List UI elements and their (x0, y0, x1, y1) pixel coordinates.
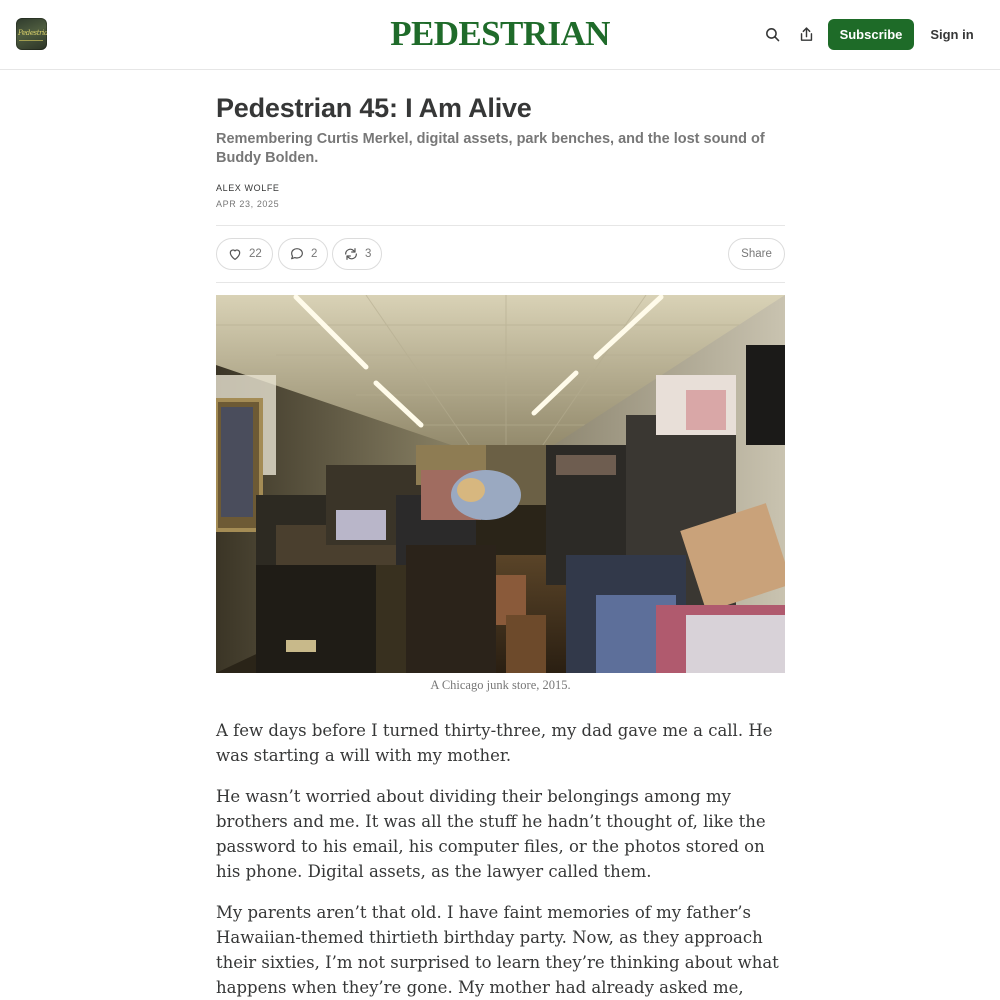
share-button[interactable] (794, 22, 818, 46)
top-navigation-bar: Pedestrian PEDESTRIAN Subscribe Sign in (0, 0, 1000, 70)
post-subtitle: Remembering Curtis Merkel, digital asset… (216, 131, 765, 166)
author-name[interactable]: ALEX WOLFE (216, 183, 280, 193)
divider (216, 282, 785, 283)
body-paragraph: My parents aren’t that old. I have faint… (216, 903, 779, 997)
post-title: Pedestrian 45: I Am Alive (216, 93, 532, 123)
subscribe-button[interactable]: Subscribe (828, 19, 914, 50)
like-button[interactable]: 22 (216, 238, 273, 270)
divider (216, 225, 785, 226)
share-post-button[interactable]: Share (728, 238, 785, 270)
sign-in-button[interactable]: Sign in (926, 19, 978, 50)
share-icon (800, 26, 812, 41)
article-image[interactable] (216, 295, 785, 673)
comments-button[interactable]: 2 (278, 238, 329, 270)
search-icon (765, 27, 779, 41)
article-body: A few days before I turned thirty-three,… (216, 718, 785, 1000)
heart-icon (229, 249, 241, 260)
comment-count: 2 (311, 248, 318, 260)
body-paragraph: He wasn’t worried about dividing their b… (216, 787, 766, 881)
restack-button[interactable]: 3 (332, 238, 383, 270)
restack-icon (345, 248, 357, 260)
comment-icon (291, 248, 303, 260)
search-button[interactable] (760, 22, 784, 46)
like-count: 22 (249, 248, 262, 260)
post-date: APR 23, 2025 (216, 199, 280, 209)
restack-count: 3 (365, 248, 372, 260)
junk-store-photo (216, 295, 785, 673)
image-caption: A Chicago junk store, 2015. (430, 678, 571, 692)
body-paragraph: A few days before I turned thirty-three,… (216, 721, 773, 765)
